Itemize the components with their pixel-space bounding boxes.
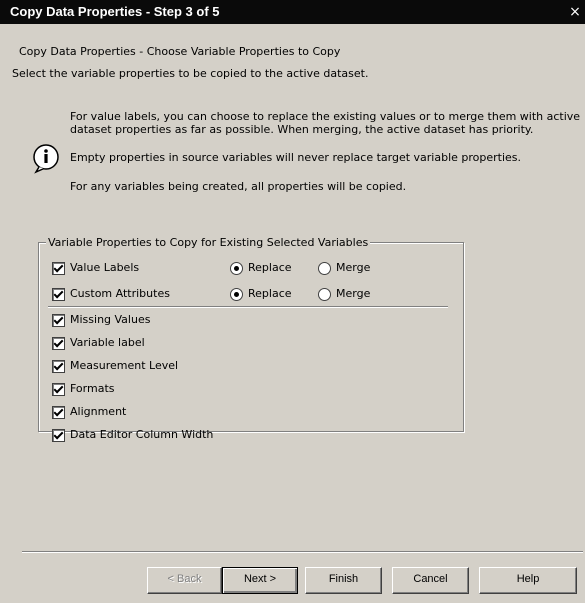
value-labels-merge-radio[interactable] xyxy=(318,262,331,275)
formats-checkbox[interactable] xyxy=(52,383,65,396)
missing-values-label[interactable]: Missing Values xyxy=(70,313,150,326)
cancel-button[interactable]: Cancel xyxy=(392,567,469,594)
value-labels-replace-label[interactable]: Replace xyxy=(248,261,292,274)
measurement-level-checkbox[interactable] xyxy=(52,360,65,373)
custom-attributes-merge-radio[interactable] xyxy=(318,288,331,301)
copy-data-properties-dialog: Copy Data Properties - Step 3 of 5 × Cop… xyxy=(0,0,585,603)
info-text-line-3: Empty properties in source variables wil… xyxy=(70,151,522,164)
info-text-line-4: For any variables being created, all pro… xyxy=(70,180,407,193)
alignment-label[interactable]: Alignment xyxy=(70,405,126,418)
alignment-checkbox[interactable] xyxy=(52,406,65,419)
group-legend: Variable Properties to Copy for Existing… xyxy=(46,236,371,249)
next-button[interactable]: Next > xyxy=(222,567,298,594)
step-instruction: Select the variable properties to be cop… xyxy=(12,67,369,80)
value-labels-checkbox[interactable] xyxy=(52,262,65,275)
back-button[interactable]: < Back xyxy=(147,567,222,594)
button-bar-divider xyxy=(22,551,583,553)
info-text-line-2: dataset properties as far as possible. W… xyxy=(70,123,534,136)
window-title: Copy Data Properties - Step 3 of 5 xyxy=(10,4,220,19)
measurement-level-label[interactable]: Measurement Level xyxy=(70,359,178,372)
custom-attributes-merge-label[interactable]: Merge xyxy=(336,287,370,300)
value-labels-label[interactable]: Value Labels xyxy=(70,261,139,274)
group-divider xyxy=(48,306,448,308)
custom-attributes-label[interactable]: Custom Attributes xyxy=(70,287,170,300)
custom-attributes-checkbox[interactable] xyxy=(52,288,65,301)
title-bar[interactable]: Copy Data Properties - Step 3 of 5 × xyxy=(0,0,585,24)
column-width-checkbox[interactable] xyxy=(52,429,65,442)
formats-label[interactable]: Formats xyxy=(70,382,115,395)
custom-attributes-replace-radio[interactable] xyxy=(230,288,243,301)
close-icon[interactable]: × xyxy=(565,2,585,22)
missing-values-checkbox[interactable] xyxy=(52,314,65,327)
column-width-label[interactable]: Data Editor Column Width xyxy=(70,428,213,441)
finish-button[interactable]: Finish xyxy=(305,567,382,594)
value-labels-replace-radio[interactable] xyxy=(230,262,243,275)
variable-label-label[interactable]: Variable label xyxy=(70,336,145,349)
step-subtitle: Copy Data Properties - Choose Variable P… xyxy=(19,45,341,58)
info-icon xyxy=(33,144,59,174)
info-text-line-1: For value labels, you can choose to repl… xyxy=(70,110,581,123)
variable-label-checkbox[interactable] xyxy=(52,337,65,350)
value-labels-merge-label[interactable]: Merge xyxy=(336,261,370,274)
custom-attributes-replace-label[interactable]: Replace xyxy=(248,287,292,300)
help-button[interactable]: Help xyxy=(479,567,577,594)
